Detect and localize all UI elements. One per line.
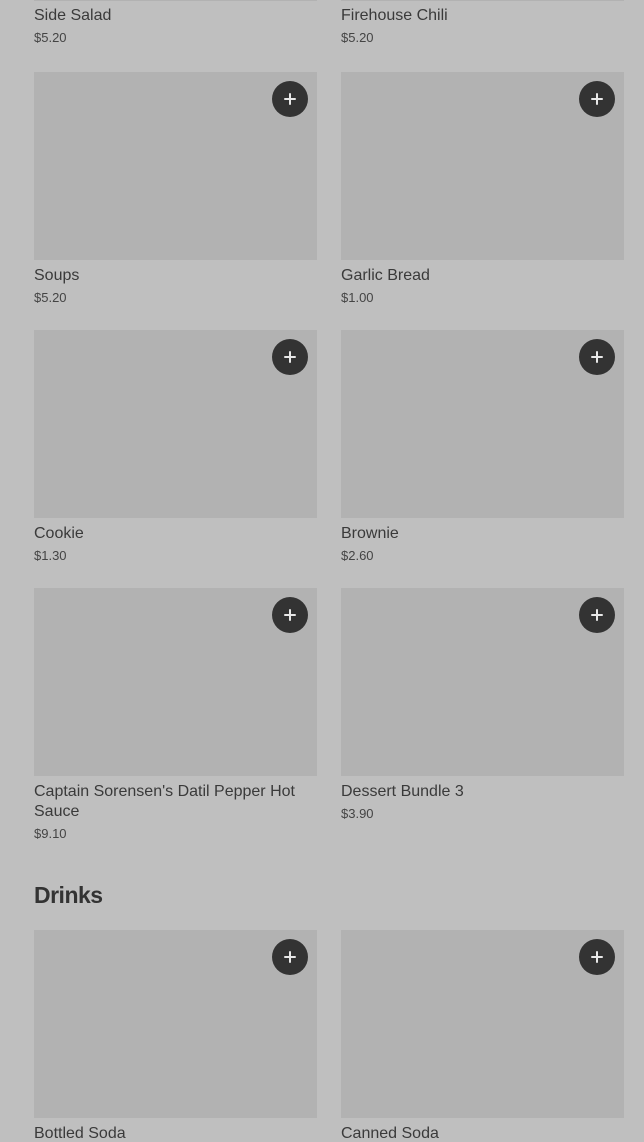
- menu-item-card[interactable]: Canned Soda: [341, 930, 624, 1142]
- add-to-cart-button[interactable]: [579, 597, 615, 633]
- menu-item-card[interactable]: Cookie $1.30: [34, 330, 317, 564]
- item-image[interactable]: [34, 930, 317, 1118]
- item-image[interactable]: [34, 588, 317, 776]
- item-name[interactable]: Side Salad: [34, 6, 317, 26]
- item-name[interactable]: Captain Sorensen's Datil Pepper Hot Sauc…: [34, 782, 317, 822]
- item-name[interactable]: Firehouse Chili: [341, 6, 624, 26]
- section-title-drinks: Drinks: [34, 882, 103, 908]
- item-price: $5.20: [341, 30, 374, 45]
- item-image[interactable]: [341, 588, 624, 776]
- menu-item-card[interactable]: Side Salad $5.20: [34, 0, 317, 46]
- menu-item-card[interactable]: Captain Sorensen's Datil Pepper Hot Sauc…: [34, 588, 317, 842]
- item-image[interactable]: [34, 72, 317, 260]
- add-to-cart-button[interactable]: [272, 81, 308, 117]
- plus-icon: [591, 609, 603, 621]
- plus-icon: [284, 93, 296, 105]
- menu-item-card[interactable]: Brownie $2.60: [341, 330, 624, 564]
- menu-item-card[interactable]: Garlic Bread $1.00: [341, 72, 624, 306]
- plus-icon: [284, 609, 296, 621]
- add-to-cart-button[interactable]: [272, 339, 308, 375]
- item-image[interactable]: [341, 930, 624, 1118]
- add-to-cart-button[interactable]: [579, 339, 615, 375]
- item-price: $9.10: [34, 826, 67, 841]
- add-to-cart-button[interactable]: [579, 81, 615, 117]
- item-price: $1.00: [341, 290, 374, 305]
- menu-item-card[interactable]: Firehouse Chili $5.20: [341, 0, 624, 46]
- item-name[interactable]: Cookie: [34, 524, 317, 544]
- menu-page: Side Salad $5.20 Firehouse Chili $5.20 S…: [0, 0, 644, 1142]
- item-name[interactable]: Dessert Bundle 3: [341, 782, 624, 802]
- item-name[interactable]: Brownie: [341, 524, 624, 544]
- item-image[interactable]: [341, 0, 624, 1]
- plus-icon: [591, 951, 603, 963]
- item-name[interactable]: Canned Soda: [341, 1124, 624, 1142]
- add-to-cart-button[interactable]: [272, 597, 308, 633]
- plus-icon: [591, 93, 603, 105]
- item-image[interactable]: [34, 330, 317, 518]
- item-price: $5.20: [34, 290, 67, 305]
- item-price: $3.90: [341, 806, 374, 821]
- add-to-cart-button[interactable]: [579, 939, 615, 975]
- item-image[interactable]: [341, 330, 624, 518]
- menu-item-card[interactable]: Bottled Soda: [34, 930, 317, 1142]
- add-to-cart-button[interactable]: [272, 939, 308, 975]
- item-price: $2.60: [341, 548, 374, 563]
- plus-icon: [284, 351, 296, 363]
- item-image[interactable]: [341, 72, 624, 260]
- menu-item-card[interactable]: Dessert Bundle 3 $3.90: [341, 588, 624, 822]
- item-price: $5.20: [34, 30, 67, 45]
- item-name[interactable]: Bottled Soda: [34, 1124, 317, 1142]
- item-price: $1.30: [34, 548, 67, 563]
- menu-item-card[interactable]: Soups $5.20: [34, 72, 317, 306]
- plus-icon: [591, 351, 603, 363]
- item-name[interactable]: Soups: [34, 266, 317, 286]
- plus-icon: [284, 951, 296, 963]
- item-image[interactable]: [34, 0, 317, 1]
- item-name[interactable]: Garlic Bread: [341, 266, 624, 286]
